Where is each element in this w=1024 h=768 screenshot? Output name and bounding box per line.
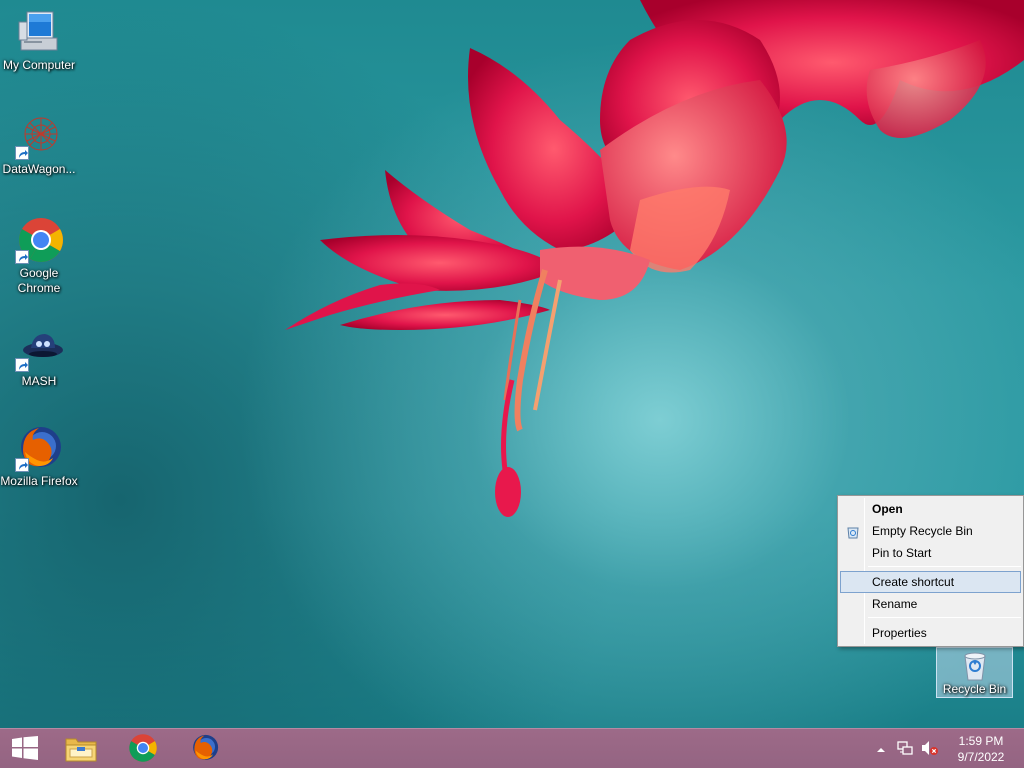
shortcut-arrow-icon xyxy=(15,146,29,160)
shortcut-arrow-icon xyxy=(15,458,29,472)
menu-separator xyxy=(868,617,1021,618)
desktop[interactable]: My Computer DataWagon... Google Chrome M… xyxy=(0,0,1024,728)
firefox-icon xyxy=(190,733,220,766)
volume-muted-icon xyxy=(921,740,939,759)
taskbar-clock[interactable]: 1:59 PM 9/7/2022 xyxy=(946,733,1016,765)
computer-icon xyxy=(15,8,63,56)
taskbar-file-explorer[interactable] xyxy=(53,729,109,768)
menu-item-properties[interactable]: Properties xyxy=(840,622,1021,644)
shortcut-arrow-icon xyxy=(15,250,29,264)
chrome-icon xyxy=(128,733,158,766)
desktop-icon-mash[interactable]: MASH xyxy=(0,324,78,389)
desktop-icon-label: DataWagon... xyxy=(2,162,76,176)
file-explorer-icon xyxy=(64,733,98,766)
menu-item-open[interactable]: Open xyxy=(840,498,1021,520)
menu-separator xyxy=(868,566,1021,567)
firefox-icon xyxy=(15,424,63,472)
desktop-icon-mozilla-firefox[interactable]: Mozilla Firefox xyxy=(0,424,78,489)
menu-item-empty-recycle-bin[interactable]: Empty Recycle Bin xyxy=(840,520,1021,542)
shortcut-arrow-icon xyxy=(15,358,29,372)
chevron-up-icon xyxy=(877,742,885,756)
volume-tray-button[interactable] xyxy=(918,729,942,768)
desktop-icon-datawagon[interactable]: DataWagon... xyxy=(0,112,78,177)
taskbar: 1:59 PM 9/7/2022 xyxy=(0,728,1024,768)
chrome-icon xyxy=(15,216,63,264)
recycle-bin-icon xyxy=(959,650,991,685)
desktop-icon-my-computer[interactable]: My Computer xyxy=(0,8,78,73)
desktop-icon-label: Recycle Bin xyxy=(942,682,1007,696)
menu-item-pin-to-start[interactable]: Pin to Start xyxy=(840,542,1021,564)
desktop-icon-label: My Computer xyxy=(2,58,76,72)
desktop-icon-recycle-bin[interactable]: Recycle Bin xyxy=(936,647,1013,698)
taskbar-google-chrome[interactable] xyxy=(115,729,171,768)
context-menu: Open Empty Recycle Bin Pin to Start Crea… xyxy=(837,495,1024,647)
taskbar-mozilla-firefox[interactable] xyxy=(177,729,233,768)
network-icon xyxy=(897,740,913,759)
desktop-icon-label: Mozilla Firefox xyxy=(0,474,78,488)
desktop-icon-label: MASH xyxy=(21,374,57,388)
mash-icon xyxy=(15,324,63,372)
windows-logo-icon xyxy=(12,735,38,763)
datawagon-icon xyxy=(15,112,63,160)
show-hidden-icons-button[interactable] xyxy=(872,729,890,768)
clock-date: 9/7/2022 xyxy=(957,750,1005,764)
network-tray-button[interactable] xyxy=(894,729,916,768)
desktop-icon-label: Google Chrome xyxy=(17,266,61,295)
menu-item-rename[interactable]: Rename xyxy=(840,593,1021,615)
clock-time: 1:59 PM xyxy=(958,734,1004,748)
desktop-icon-google-chrome[interactable]: Google Chrome xyxy=(0,216,78,296)
menu-item-create-shortcut[interactable]: Create shortcut xyxy=(840,571,1021,593)
start-button[interactable] xyxy=(0,729,50,768)
